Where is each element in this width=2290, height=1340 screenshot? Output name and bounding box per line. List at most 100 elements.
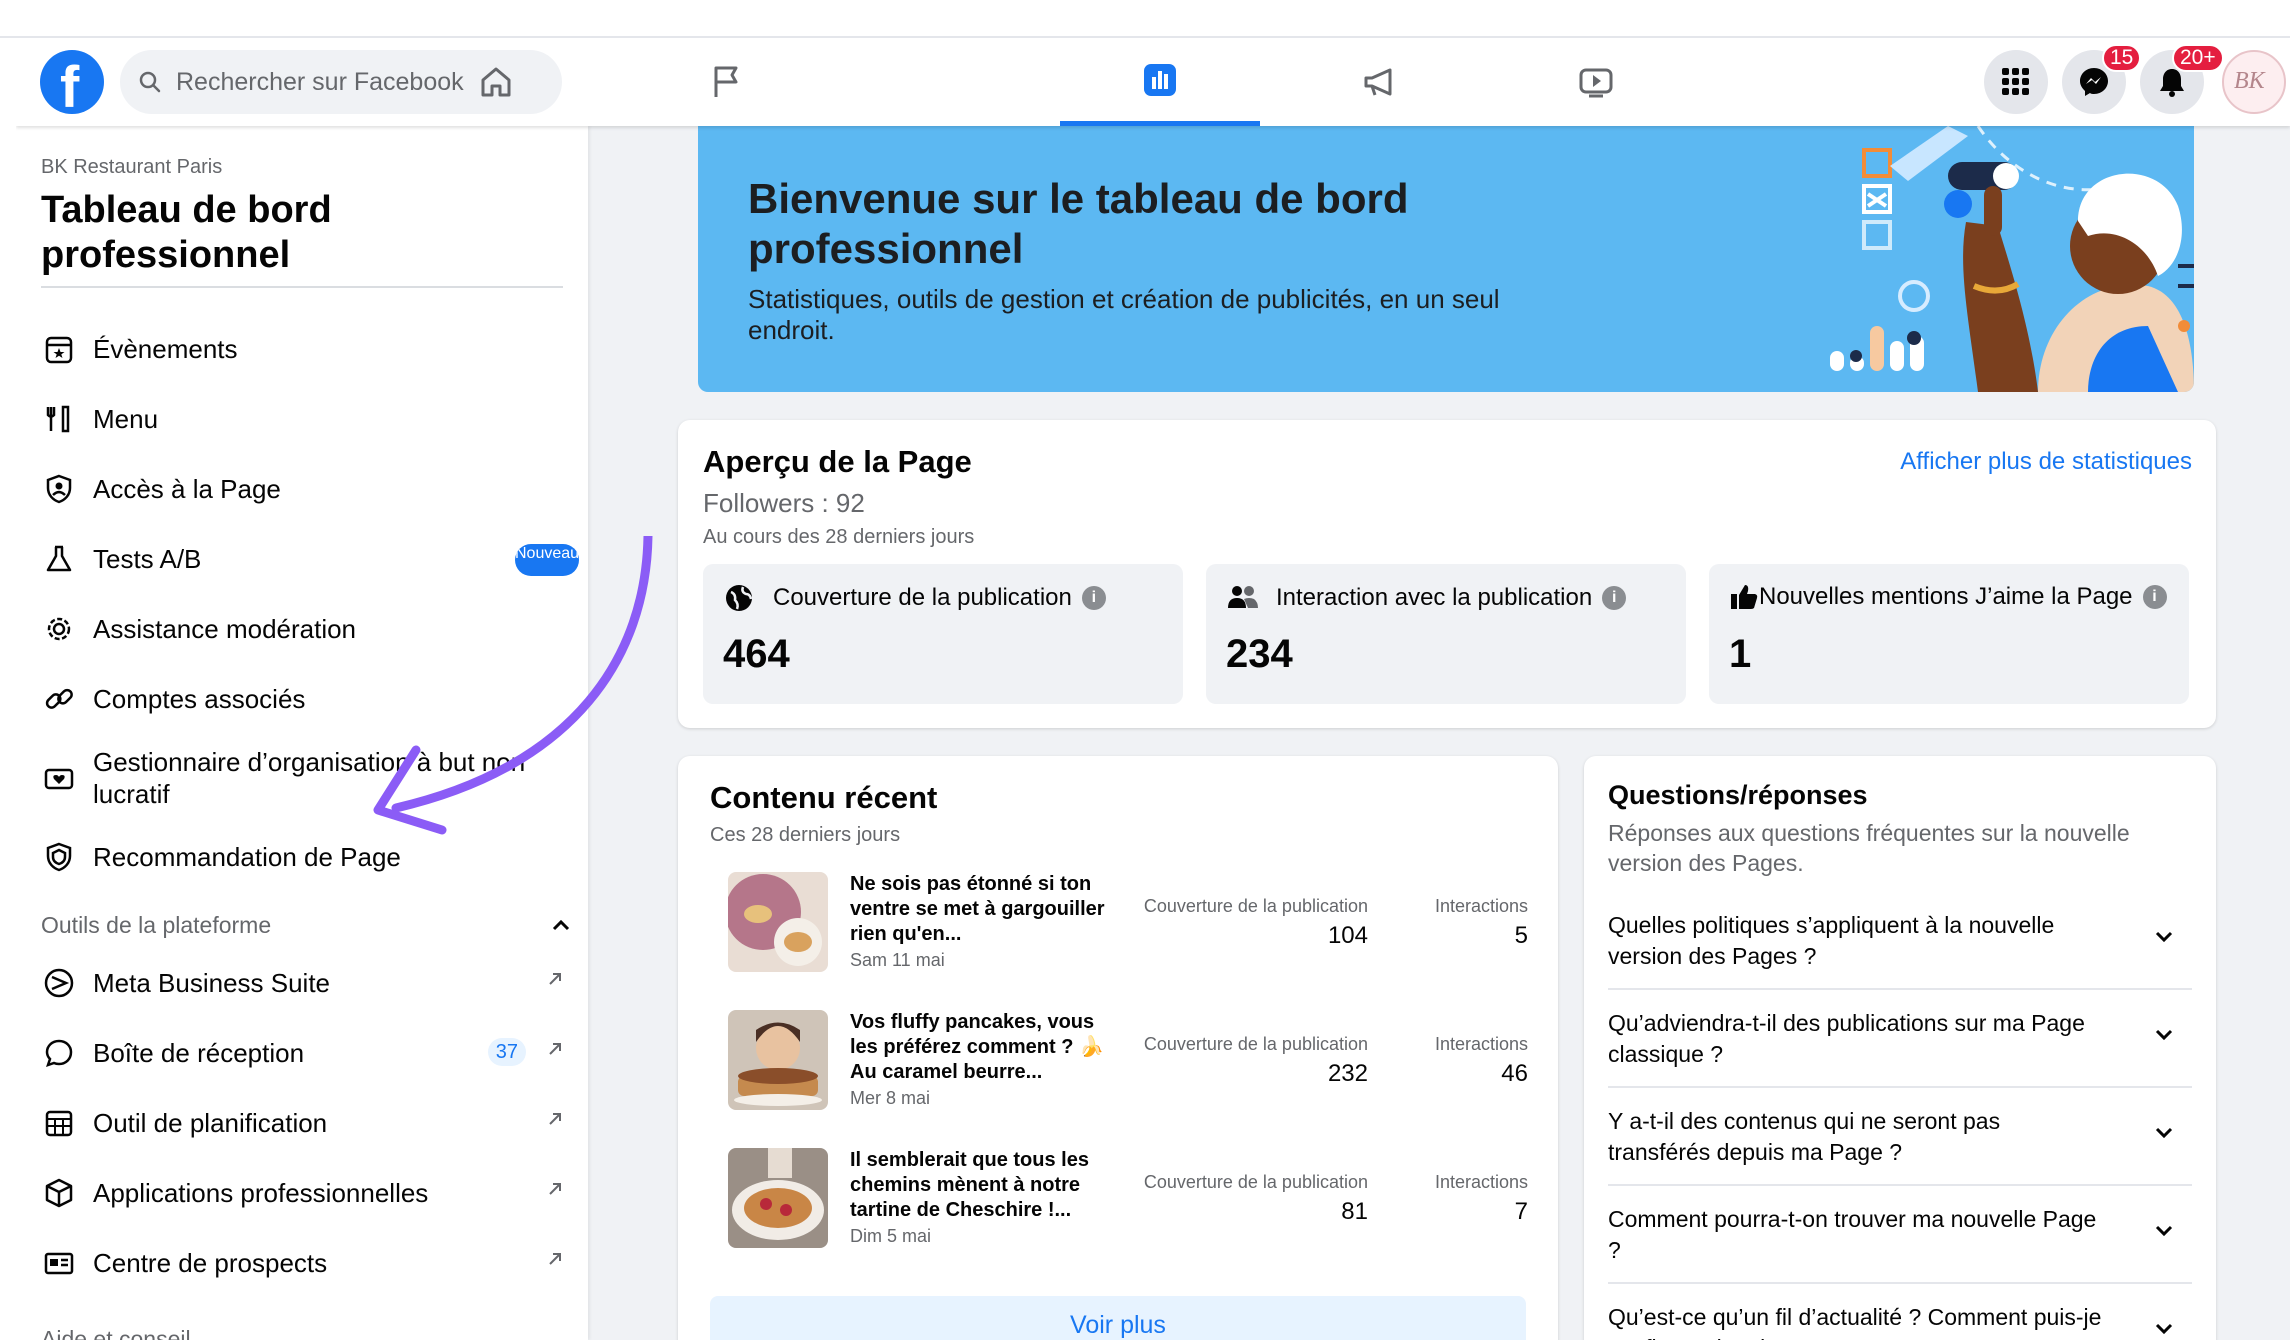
video-play-icon <box>1579 68 1613 98</box>
chevron-down-icon <box>2155 931 2173 943</box>
messenger-button[interactable]: 15 <box>2062 44 2142 114</box>
post-thumbnail <box>728 872 828 972</box>
sidebar-item-label: Centre de prospects <box>93 1248 328 1278</box>
profile-avatar[interactable]: BK <box>2222 50 2286 114</box>
sidebar-item-menu[interactable]: Menu <box>41 388 576 450</box>
post-reach-value: 81 <box>1341 1198 1368 1225</box>
qa-item[interactable]: Qu’est-ce qu’un fil d’actualité ? Commen… <box>1608 1284 2192 1340</box>
post-reach-value: 104 <box>1327 922 1368 949</box>
inbox-count-badge: 37 <box>487 1038 526 1066</box>
overview-title: Aperçu de la Page <box>703 444 972 479</box>
recent-post[interactable]: Ne sois pas étonné si ton ventre se met … <box>728 872 1528 982</box>
info-icon[interactable]: i <box>1602 586 1627 610</box>
col-interactions-label: Interactions <box>1434 1034 1528 1054</box>
qa-question: Qu’est-ce qu’un fil d’actualité ? Commen… <box>1608 1304 2102 1340</box>
metric-value: 464 <box>723 632 790 676</box>
post-thumbnail <box>728 1148 828 1248</box>
thumbs-up-icon <box>1731 585 1758 609</box>
qa-item[interactable]: Qu’adviendra-t-il des publications sur m… <box>1608 990 2192 1088</box>
sidebar-item-label: Comptes associés <box>93 684 306 714</box>
see-more-button[interactable]: Voir plus <box>710 1296 1526 1340</box>
messenger-icon <box>2080 68 2108 96</box>
chevron-down-icon <box>2155 1323 2173 1335</box>
sidebar-item-business-apps[interactable]: Applications professionnelles <box>41 1162 576 1224</box>
qa-question: Quelles politiques s’appliquent à la nou… <box>1608 912 2055 969</box>
qa-item[interactable]: Y a-t-il des contenus qui ne seront pas … <box>1608 1088 2192 1186</box>
notifications-badge: 20+ <box>2172 44 2224 72</box>
col-interactions-label: Interactions <box>1434 896 1528 916</box>
globe-icon <box>726 585 753 611</box>
page-overview-card: Aperçu de la Page Afficher plus de stati… <box>678 420 2216 728</box>
col-reach-label: Couverture de la publication <box>1143 1034 1368 1054</box>
sidebar-item-inbox[interactable]: Boîte de réception 37 <box>41 1022 576 1084</box>
recent-content-card: Contenu récent Ces 28 derniers jours Ne … <box>678 756 1558 1340</box>
recent-post[interactable]: Il semblerait que tous les chemins mènen… <box>728 1148 1528 1258</box>
post-text: Ne sois pas étonné si ton ventre se met … <box>850 873 1105 945</box>
more-stats-link[interactable]: Afficher plus de statistiques <box>1900 448 2192 476</box>
sidebar-item-meta-business-suite[interactable]: Meta Business Suite <box>41 952 576 1014</box>
chevron-down-icon <box>2155 1225 2173 1237</box>
metric-value: 234 <box>1226 632 1293 676</box>
video-tab[interactable] <box>1496 38 1696 126</box>
banner-title: Bienvenue sur le tableau de bord profess… <box>748 175 1409 272</box>
external-link-icon <box>549 1183 561 1195</box>
post-interactions-value: 5 <box>1514 922 1528 949</box>
metric-header: Nouvelles mentions J’aime la Page i <box>1729 582 2167 612</box>
info-icon[interactable]: i <box>2142 585 2167 609</box>
link-icon <box>41 681 77 717</box>
sidebar-item-label: Outil de planification <box>93 1108 328 1138</box>
sidebar-item-label: Évènements <box>93 334 238 364</box>
meta-suite-icon <box>41 965 77 1001</box>
sidebar-item-label: Meta Business Suite <box>93 968 331 998</box>
page-name: BK Restaurant Paris <box>41 156 223 178</box>
bar-chart-icon <box>1144 63 1176 96</box>
external-link-icon <box>549 1253 561 1265</box>
post-date: Dim 5 mai <box>850 1226 932 1246</box>
sidebar-item-leads-center[interactable]: Centre de prospects <box>41 1232 576 1294</box>
sidebar-item-events[interactable]: Évènements <box>41 318 576 380</box>
external-link-icon <box>549 973 561 985</box>
post-date: Mer 8 mai <box>850 1088 931 1108</box>
flag-icon <box>714 66 738 97</box>
pages-tab[interactable] <box>626 38 826 126</box>
chevron-down-icon <box>2155 1029 2173 1041</box>
avatar-monogram: BK <box>2234 68 2265 94</box>
sidebar-item-planner[interactable]: Outil de planification <box>41 1092 576 1154</box>
col-reach-label: Couverture de la publication <box>1143 1172 1368 1192</box>
metric-value: 1 <box>1729 632 1752 676</box>
qa-question: Comment pourra-t-on trouver ma nouvelle … <box>1608 1206 2097 1263</box>
external-link-icon <box>549 1113 561 1125</box>
annotation-arrow-icon <box>373 536 653 835</box>
qa-question: Qu’adviendra-t-il des publications sur m… <box>1608 1010 2085 1067</box>
metric-interaction: Interaction avec la publication i 234 <box>1206 564 1686 704</box>
shield-person-icon <box>41 471 77 507</box>
qa-item[interactable]: Quelles politiques s’appliquent à la nou… <box>1608 892 2192 990</box>
qa-title: Questions/réponses <box>1608 780 1868 810</box>
sidebar-item-label: Assistance modération <box>93 614 357 644</box>
gear-shield-icon <box>41 611 77 647</box>
metric-label: Interaction avec la publication <box>1276 584 1593 611</box>
info-icon[interactable]: i <box>1081 586 1106 610</box>
sidebar-item-label: Accès à la Page <box>93 474 281 504</box>
sidebar-divider <box>41 286 563 288</box>
sidebar-item-page-access[interactable]: Accès à la Page <box>41 458 576 520</box>
dashboard-tab[interactable] <box>1060 38 1260 126</box>
flask-icon <box>41 541 77 577</box>
facebook-logo-icon[interactable]: f <box>40 50 104 120</box>
col-reach-label: Couverture de la publication <box>1143 896 1368 916</box>
notifications-button[interactable]: 20+ <box>2140 44 2224 114</box>
help-section-header[interactable]: Aide et conseil <box>41 1326 191 1340</box>
platform-tools-header[interactable]: Outils de la plateforme <box>41 912 571 939</box>
ads-tab[interactable] <box>1280 38 1480 126</box>
recent-post[interactable]: Vos fluffy pancakes, vous les préférez c… <box>728 1010 1528 1120</box>
grid-calendar-icon <box>41 1105 77 1141</box>
top-navigation-bar: f 15 20+ BK <box>16 38 2290 126</box>
menu-button[interactable] <box>1984 50 2048 114</box>
qa-card: Questions/réponses Réponses aux question… <box>1584 756 2216 1340</box>
qa-item[interactable]: Comment pourra-t-on trouver ma nouvelle … <box>1608 1186 2192 1284</box>
home-tab[interactable] <box>396 38 596 126</box>
left-gutter <box>0 38 16 1340</box>
heart-box-icon <box>41 760 77 796</box>
metric-likes: Nouvelles mentions J’aime la Page i 1 <box>1709 564 2189 704</box>
sidebar-item-label: Boîte de réception <box>93 1038 305 1068</box>
